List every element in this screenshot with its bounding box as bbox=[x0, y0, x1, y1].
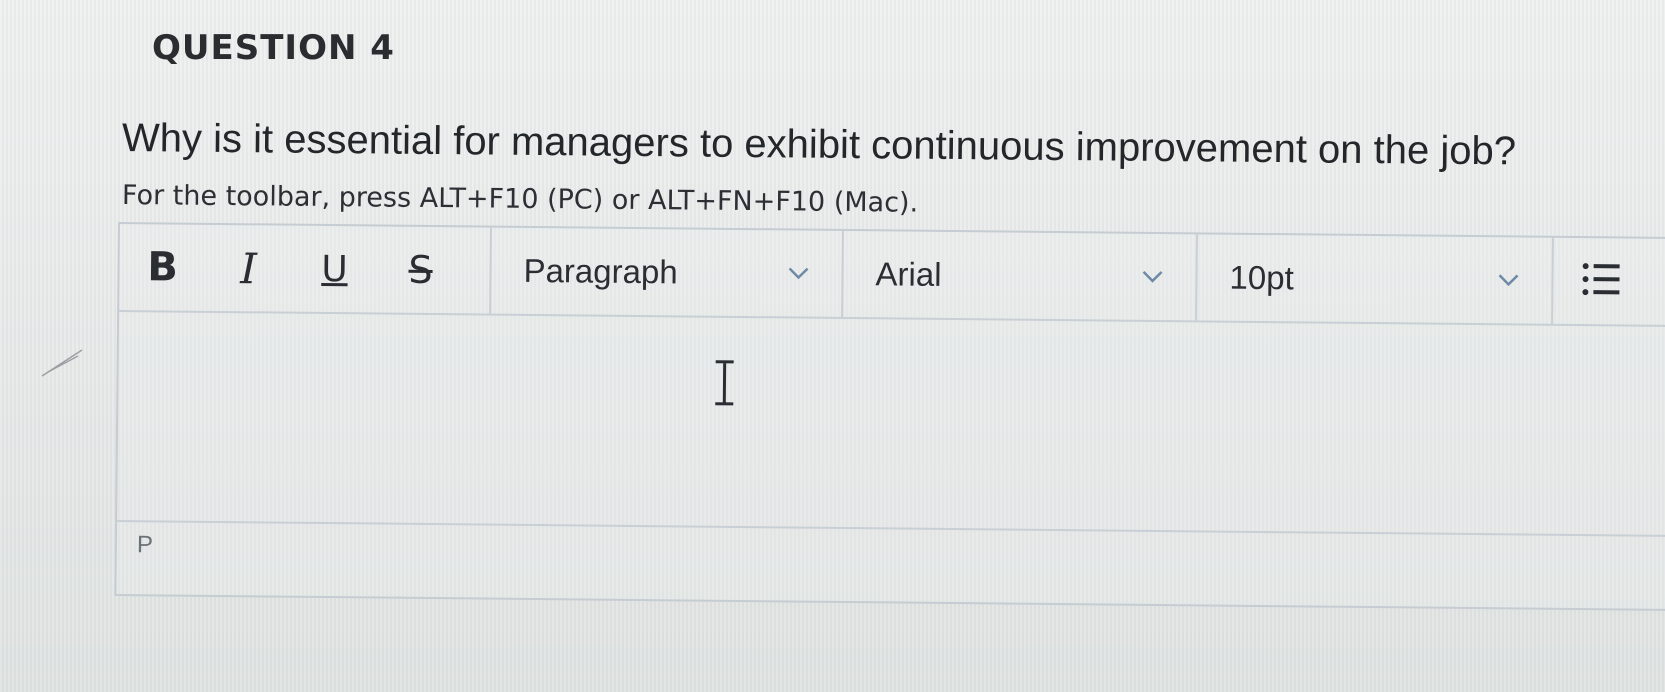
screen-background: QUESTION 4 Why is it essential for manag… bbox=[0, 0, 1665, 692]
pencil-mark-icon bbox=[38, 342, 88, 387]
block-format-value: Paragraph bbox=[523, 251, 678, 291]
format-button-group: B I U S bbox=[119, 224, 492, 314]
editor-content-area[interactable] bbox=[117, 312, 1665, 535]
list-icon bbox=[1581, 261, 1621, 302]
chevron-down-icon bbox=[1141, 266, 1163, 288]
text-cursor-icon bbox=[712, 360, 736, 411]
bold-button[interactable]: B bbox=[119, 237, 206, 298]
chevron-down-icon bbox=[787, 262, 809, 284]
font-size-select[interactable]: 10pt bbox=[1197, 234, 1554, 324]
toolbar-hint: For the toolbar, press ALT+F10 (PC) or A… bbox=[121, 180, 919, 219]
question-title: QUESTION 4 bbox=[152, 28, 395, 68]
font-size-value: 10pt bbox=[1229, 258, 1294, 297]
chevron-down-icon bbox=[1497, 269, 1519, 291]
font-family-select[interactable]: Arial bbox=[843, 230, 1198, 321]
bullet-list-button[interactable] bbox=[1553, 238, 1650, 325]
font-family-value: Arial bbox=[875, 255, 942, 293]
element-path[interactable]: P bbox=[137, 531, 153, 559]
question-text: Why is it essential for managers to exhi… bbox=[121, 116, 1517, 174]
block-format-select[interactable]: Paragraph bbox=[491, 227, 844, 317]
strikethrough-button[interactable]: S bbox=[377, 239, 464, 300]
editor-toolbar: B I U S Paragraph Arial 10pt bbox=[119, 224, 1665, 328]
italic-button[interactable]: I bbox=[205, 238, 292, 299]
rich-text-editor: B I U S Paragraph Arial 10pt P bbox=[114, 222, 1665, 612]
underline-button[interactable]: U bbox=[291, 239, 378, 300]
